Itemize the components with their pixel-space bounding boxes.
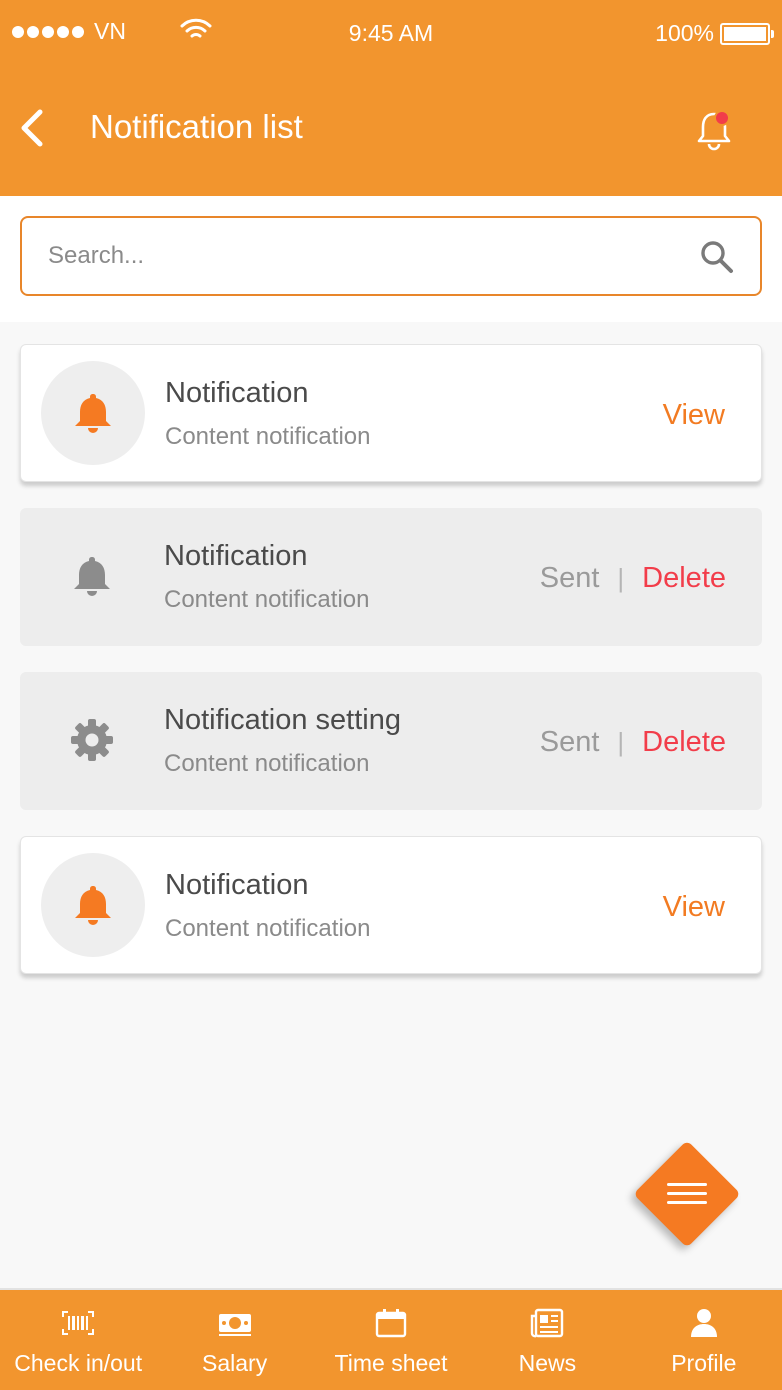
battery-indicator: 100% — [655, 20, 774, 47]
tab-profile[interactable]: Profile — [626, 1290, 782, 1390]
tab-label: Salary — [202, 1350, 268, 1376]
view-button[interactable]: View — [663, 399, 725, 432]
battery-icon — [720, 22, 774, 45]
unread-badge — [714, 110, 730, 126]
tab-label: News — [518, 1350, 577, 1376]
menu-fab-button[interactable] — [633, 1140, 741, 1248]
page-title: Notification list — [90, 108, 303, 145]
tab-label: Profile — [671, 1350, 737, 1376]
bell-icon — [74, 557, 110, 596]
barcode-icon — [62, 1311, 95, 1335]
app-header: VN 9:45 AM 100% Notification list — [0, 0, 782, 196]
gear-icon — [71, 719, 113, 761]
notification-card[interactable]: Notification Content notification View — [20, 344, 762, 482]
tab-salary[interactable]: Salary — [156, 1290, 312, 1390]
icon-circle — [40, 688, 144, 792]
notification-content: Content notification — [165, 423, 371, 450]
notification-actions: Sent | Delete — [540, 726, 726, 759]
battery-percent: 100% — [655, 20, 714, 46]
search-input[interactable] — [48, 218, 688, 294]
newspaper-icon — [531, 1308, 564, 1338]
user-icon — [690, 1309, 717, 1337]
icon-circle — [41, 853, 145, 957]
sent-status: Sent — [539, 726, 600, 758]
notification-title: Notification — [165, 869, 309, 901]
view-button[interactable]: View — [663, 891, 725, 924]
action-divider: | — [617, 563, 625, 593]
status-bar: VN 9:45 AM 100% — [0, 0, 782, 64]
delete-button[interactable]: Delete — [642, 562, 726, 595]
notification-card[interactable]: Notification Content notification Sent |… — [20, 508, 762, 646]
money-icon — [218, 1314, 251, 1336]
notification-content: Content notification — [165, 915, 371, 942]
menu-icon — [667, 1183, 707, 1204]
tab-news[interactable]: News — [469, 1290, 625, 1390]
search-box[interactable] — [20, 216, 762, 296]
notification-content: Content notification — [164, 750, 370, 777]
notification-title: Notification — [164, 540, 308, 572]
search-section — [0, 196, 782, 322]
action-divider: | — [617, 727, 625, 757]
notification-card[interactable]: Notification Content notification View — [20, 836, 762, 974]
bell-icon — [75, 394, 111, 433]
tab-check-in-out[interactable]: Check in/out — [0, 1290, 156, 1390]
tab-label: Check in/out — [14, 1350, 143, 1376]
bottom-tab-bar: Check in/out Salary Time sheet News Prof… — [0, 1288, 782, 1390]
sent-status: Sent — [539, 562, 600, 594]
back-arrow-icon[interactable] — [14, 106, 54, 150]
calendar-icon — [375, 1309, 407, 1338]
bell-icon — [75, 886, 111, 925]
notification-title: Notification setting — [164, 704, 401, 736]
delete-button[interactable]: Delete — [642, 726, 726, 759]
notification-actions: Sent | Delete — [540, 562, 726, 595]
notification-content: Content notification — [164, 586, 370, 613]
icon-circle — [40, 524, 144, 628]
tab-time-sheet[interactable]: Time sheet — [313, 1290, 469, 1390]
notification-card[interactable]: Notification setting Content notificatio… — [20, 672, 762, 810]
notification-title: Notification — [165, 377, 309, 409]
search-icon[interactable] — [700, 240, 734, 274]
icon-circle — [41, 361, 145, 465]
tab-label: Time sheet — [334, 1350, 448, 1376]
